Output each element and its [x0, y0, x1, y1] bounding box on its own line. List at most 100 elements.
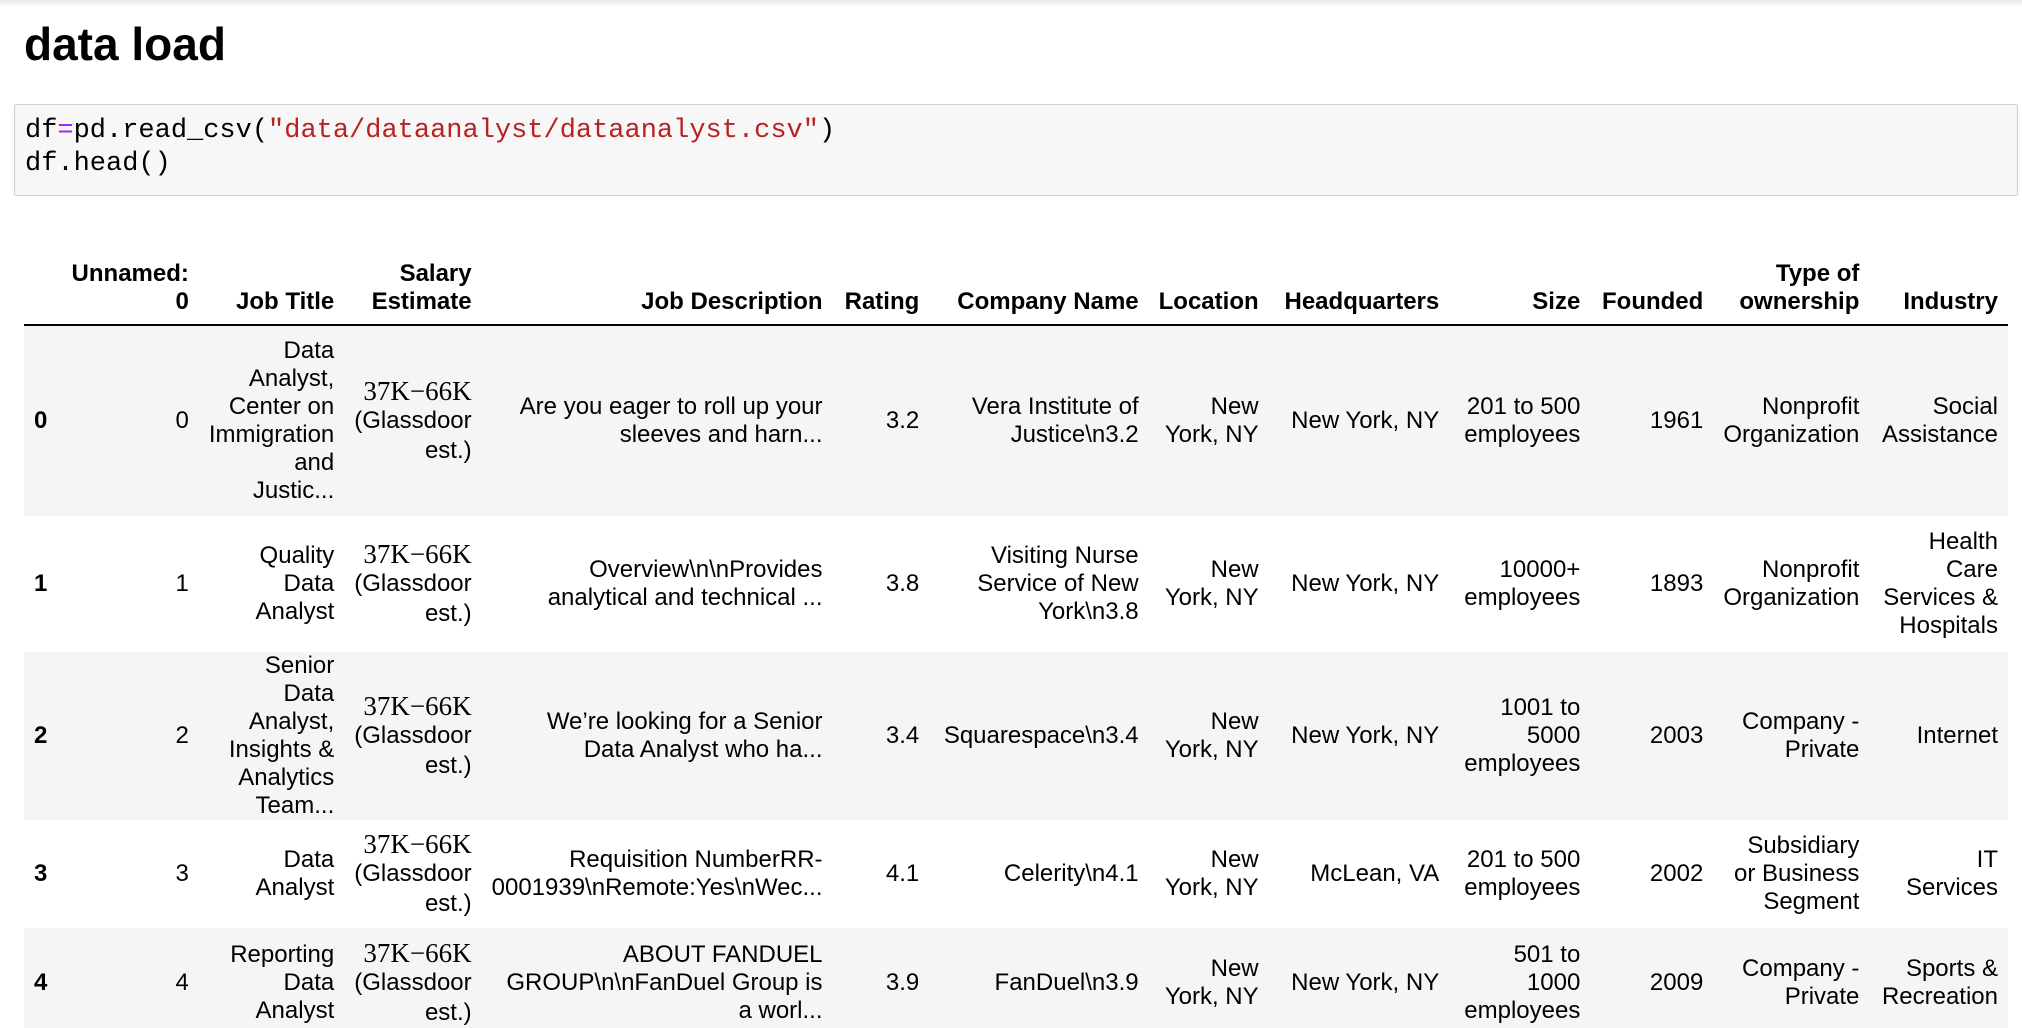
- cell-founded: 2009: [1649, 969, 1704, 996]
- cell-headquarters: New York, NY: [1291, 570, 1440, 597]
- cell-job-description: Requisition NumberRR-0001939\nRemote:Yes…: [491, 846, 823, 901]
- salary-range: 37K−66K: [363, 691, 472, 721]
- cell-job-description: Are you eager to roll up your sleeves an…: [519, 393, 823, 448]
- cell-ownership: Company - Private: [1742, 955, 1860, 1010]
- cell-salary: 37K−66K (Glassdoor est.): [344, 652, 481, 820]
- cell-industry: IT Services: [1905, 846, 1998, 901]
- row-index: 2: [34, 722, 48, 749]
- dataframe-table: Unnamed: 0 Job Title Salary Estimate Job…: [24, 236, 2008, 1028]
- salary-note: (Glassdoor est.): [354, 969, 472, 1026]
- cell-size: 201 to 500 employees: [1464, 393, 1581, 448]
- cell-ownership: Nonprofit Organization: [1723, 393, 1860, 448]
- cell-headquarters: New York, NY: [1291, 969, 1440, 996]
- cell-headquarters: McLean, VA: [1310, 860, 1440, 887]
- column-header-salary: Salary Estimate: [344, 236, 482, 326]
- cell-location: New York, NY: [1164, 846, 1259, 901]
- cell-size: 1001 to 5000 employees: [1464, 694, 1581, 777]
- cell-job-title: Quality Data Analyst: [255, 542, 335, 625]
- cell-rating: 4.1: [885, 860, 920, 887]
- cell-job-title: Reporting Data Analyst: [230, 941, 335, 1024]
- table-row: 1 1 Quality Data Analyst 37K−66K (Glassd…: [24, 516, 2008, 652]
- cell-location: New York, NY: [1164, 708, 1259, 763]
- cell-founded: 2003: [1649, 722, 1704, 749]
- cell-headquarters: New York, NY: [1291, 407, 1440, 434]
- cell-salary: 37K−66K (Glassdoor est.): [344, 516, 481, 652]
- table-row: 4 4 Reporting Data Analyst 37K−66K (Glas…: [24, 928, 2008, 1028]
- cell-founded: 1961: [1649, 407, 1704, 434]
- code-var: df: [25, 116, 58, 146]
- salary-note: (Glassdoor est.): [354, 407, 472, 464]
- salary-note: (Glassdoor est.): [354, 570, 472, 627]
- cell-job-description: ABOUT FANDUEL GROUP\n\nFanDuel Group is …: [506, 941, 823, 1024]
- table-row: 0 0 Data Analyst, Center on Immigration …: [24, 325, 2008, 516]
- cell-rating: 3.4: [885, 722, 920, 749]
- salary-note: (Glassdoor est.): [354, 860, 472, 917]
- cell-job-description: Overview\n\nProvides analytical and tech…: [547, 556, 823, 611]
- cell-location: New York, NY: [1164, 955, 1259, 1010]
- cell-ownership: Subsidiary or Business Segment: [1734, 832, 1860, 915]
- column-header-ownership: Type of ownership: [1713, 236, 1870, 326]
- code-call-close: ): [818, 116, 836, 146]
- column-header-size: Size: [1449, 236, 1591, 326]
- code-call-open: pd.read_csv(: [73, 116, 269, 146]
- cell-rating: 3.2: [885, 407, 920, 434]
- cell-company-name: Celerity\n4.1: [1003, 860, 1139, 887]
- cell-company-name: FanDuel\n3.9: [994, 969, 1139, 996]
- cell-size: 10000+ employees: [1464, 556, 1581, 611]
- cell-company-name: Visiting Nurse Service of New York\n3.8: [977, 542, 1139, 625]
- column-header-rating: Rating: [832, 236, 930, 326]
- row-index: 0: [34, 407, 48, 434]
- header-row: Unnamed: 0 Job Title Salary Estimate Job…: [24, 236, 2008, 326]
- cell-ownership: Company - Private: [1742, 708, 1860, 763]
- cell-company-name: Squarespace\n3.4: [943, 722, 1139, 749]
- cell-job-title: Senior Data Analyst, Insights & Analytic…: [228, 652, 335, 819]
- code-string-path: "data/dataanalyst/dataanalyst.csv": [268, 116, 819, 146]
- cell-size: 201 to 500 employees: [1464, 846, 1581, 901]
- cell-unnamed: 0: [175, 407, 189, 434]
- cell-salary: 37K−66K (Glassdoor est.): [344, 820, 481, 928]
- salary-range: 37K−66K: [363, 376, 472, 406]
- column-header-index: [24, 236, 62, 326]
- cell-output: Unnamed: 0 Job Title Salary Estimate Job…: [24, 236, 2008, 1028]
- cell-industry: Social Assistance: [1881, 393, 1998, 448]
- row-index: 4: [34, 969, 48, 996]
- row-index: 3: [34, 860, 48, 887]
- column-header-job-title: Job Title: [198, 236, 345, 326]
- table-row: 3 3 Data Analyst 37K−66K (Glassdoor est.…: [24, 820, 2008, 928]
- cell-size: 501 to 1000 employees: [1464, 941, 1581, 1024]
- cell-rating: 3.8: [885, 570, 920, 597]
- column-header-unnamed: Unnamed: 0: [61, 236, 199, 326]
- salary-range: 37K−66K: [363, 938, 472, 968]
- cell-unnamed: 4: [175, 969, 189, 996]
- cell-job-description: We’re looking for a Senior Data Analyst …: [546, 708, 823, 763]
- column-header-location: Location: [1148, 236, 1269, 326]
- cell-job-title: Data Analyst, Center on Immigration and …: [208, 337, 335, 504]
- table-row: 2 2 Senior Data Analyst, Insights & Anal…: [24, 652, 2008, 820]
- cell-unnamed: 3: [175, 860, 189, 887]
- cell-unnamed: 2: [175, 722, 189, 749]
- code-cell[interactable]: df=pd.read_csv("data/dataanalyst/dataana…: [14, 104, 2018, 196]
- section-heading: data load: [24, 18, 226, 70]
- cell-industry: Sports & Recreation: [1881, 955, 1998, 1010]
- cell-founded: 2002: [1649, 860, 1704, 887]
- cell-headquarters: New York, NY: [1291, 722, 1440, 749]
- cell-salary: 37K−66K (Glassdoor est.): [344, 325, 481, 516]
- code-line-2: df.head(): [25, 149, 171, 179]
- cell-unnamed: 1: [175, 570, 189, 597]
- cell-location: New York, NY: [1164, 393, 1259, 448]
- code-assign-operator: =: [57, 116, 74, 146]
- column-header-industry: Industry: [1869, 236, 2008, 326]
- row-index: 1: [34, 570, 48, 597]
- salary-note: (Glassdoor est.): [354, 722, 472, 779]
- cell-founded: 1893: [1649, 570, 1704, 597]
- salary-range: 37K−66K: [363, 539, 472, 569]
- column-header-headquarters: Headquarters: [1268, 236, 1450, 326]
- column-header-company: Company Name: [929, 236, 1149, 326]
- cell-location: New York, NY: [1164, 556, 1259, 611]
- cell-salary: 37K−66K (Glassdoor est.): [344, 928, 481, 1028]
- cell-ownership: Nonprofit Organization: [1723, 556, 1860, 611]
- cell-industry: Health Care Services & Hospitals: [1883, 528, 1998, 639]
- cell-company-name: Vera Institute of Justice\n3.2: [971, 393, 1139, 448]
- salary-range: 37K−66K: [363, 829, 472, 859]
- column-header-founded: Founded: [1590, 236, 1714, 326]
